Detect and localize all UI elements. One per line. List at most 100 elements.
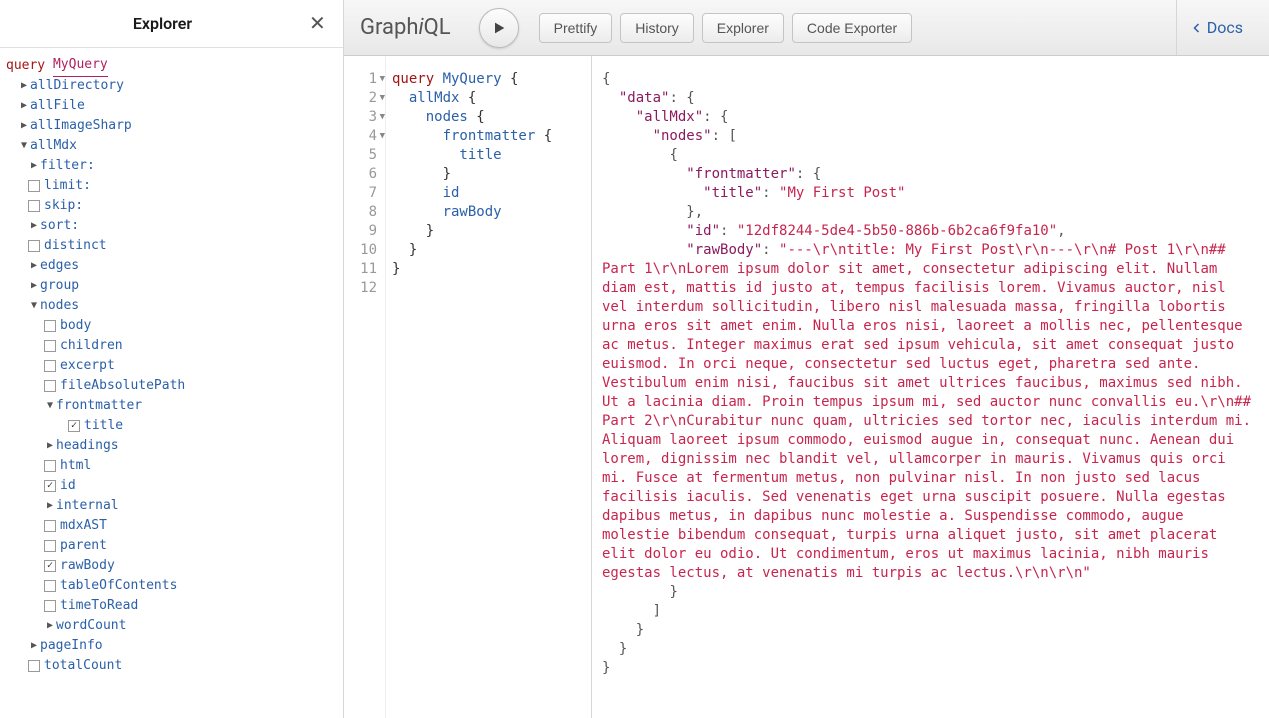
tree-item-tableOfContents[interactable]: tableOfContents <box>4 576 339 596</box>
tree-label[interactable]: filter: <box>40 156 95 176</box>
explorer-tree[interactable]: query MyQuery ▶ allDirectory▶ allFile▶ a… <box>0 48 343 718</box>
tree-label[interactable]: timeToRead <box>60 596 138 616</box>
field-checkbox[interactable] <box>44 340 56 352</box>
tree-item-allDirectory[interactable]: ▶ allDirectory <box>4 76 339 96</box>
field-checkbox[interactable] <box>44 480 56 492</box>
tree-label[interactable]: edges <box>40 256 79 276</box>
fold-icon[interactable]: ▼ <box>380 89 385 108</box>
field-checkbox[interactable] <box>28 660 40 672</box>
expand-icon[interactable]: ▶ <box>28 216 40 236</box>
field-checkbox[interactable] <box>28 180 40 192</box>
fold-icon[interactable]: ▼ <box>380 127 385 146</box>
tree-item-excerpt[interactable]: excerpt <box>4 356 339 376</box>
code-line[interactable] <box>392 279 585 298</box>
tree-item-totalCount[interactable]: totalCount <box>4 656 339 676</box>
explorer-button[interactable]: Explorer <box>702 13 784 43</box>
code-line[interactable]: allMdx { <box>392 89 585 108</box>
tree-label[interactable]: body <box>60 316 91 336</box>
tree-label[interactable]: frontmatter <box>56 396 142 416</box>
tree-label[interactable]: tableOfContents <box>60 576 177 596</box>
tree-label[interactable]: pageInfo <box>40 636 103 656</box>
expand-icon[interactable]: ▼ <box>44 396 56 416</box>
code-line[interactable]: rawBody <box>392 203 585 222</box>
field-checkbox[interactable] <box>68 420 80 432</box>
tree-item-internal[interactable]: ▶ internal <box>4 496 339 516</box>
tree-item-body[interactable]: body <box>4 316 339 336</box>
field-checkbox[interactable] <box>44 580 56 592</box>
tree-label[interactable]: allImageSharp <box>30 116 132 136</box>
tree-item-edges[interactable]: ▶ edges <box>4 256 339 276</box>
code-line[interactable]: } <box>392 222 585 241</box>
field-checkbox[interactable] <box>44 360 56 372</box>
tree-item-sort[interactable]: ▶ sort: <box>4 216 339 236</box>
tree-item-rawBody[interactable]: rawBody <box>4 556 339 576</box>
tree-item-wordCount[interactable]: ▶ wordCount <box>4 616 339 636</box>
tree-label[interactable]: id <box>60 476 76 496</box>
tree-item-allMdx[interactable]: ▼ allMdx <box>4 136 339 156</box>
tree-item-title[interactable]: title <box>4 416 339 436</box>
expand-icon[interactable]: ▶ <box>28 276 40 296</box>
expand-icon[interactable]: ▼ <box>18 136 30 156</box>
tree-item-nodes[interactable]: ▼ nodes <box>4 296 339 316</box>
code-area[interactable]: query MyQuery { allMdx { nodes { frontma… <box>386 56 591 718</box>
tree-label[interactable]: totalCount <box>44 656 122 676</box>
code-line[interactable]: } <box>392 241 585 260</box>
tree-label[interactable]: group <box>40 276 79 296</box>
prettify-button[interactable]: Prettify <box>539 13 613 43</box>
tree-item-html[interactable]: html <box>4 456 339 476</box>
tree-item-allImageSharp[interactable]: ▶ allImageSharp <box>4 116 339 136</box>
expand-icon[interactable]: ▶ <box>44 616 56 636</box>
tree-item-limit[interactable]: limit: <box>4 176 339 196</box>
expand-icon[interactable]: ▶ <box>28 256 40 276</box>
tree-label[interactable]: excerpt <box>60 356 115 376</box>
field-checkbox[interactable] <box>44 380 56 392</box>
field-checkbox[interactable] <box>44 540 56 552</box>
code-exporter-button[interactable]: Code Exporter <box>792 13 912 43</box>
query-editor[interactable]: 1▼2▼3▼4▼56789101112 query MyQuery { allM… <box>344 56 592 718</box>
field-checkbox[interactable] <box>44 520 56 532</box>
code-line[interactable]: id <box>392 184 585 203</box>
tree-item-fileAbsolutePath[interactable]: fileAbsolutePath <box>4 376 339 396</box>
tree-item-filter[interactable]: ▶ filter: <box>4 156 339 176</box>
expand-icon[interactable]: ▶ <box>18 96 30 116</box>
tree-label[interactable]: distinct <box>44 236 107 256</box>
tree-item-skip[interactable]: skip: <box>4 196 339 216</box>
expand-icon[interactable]: ▶ <box>18 116 30 136</box>
tree-label[interactable]: rawBody <box>60 556 115 576</box>
tree-label[interactable]: html <box>60 456 91 476</box>
tree-label[interactable]: headings <box>56 436 119 456</box>
tree-label[interactable]: parent <box>60 536 107 556</box>
query-definition[interactable]: query MyQuery <box>4 56 339 76</box>
field-checkbox[interactable] <box>28 240 40 252</box>
field-checkbox[interactable] <box>44 320 56 332</box>
code-line[interactable]: query MyQuery { <box>392 70 585 89</box>
fold-icon[interactable]: ▼ <box>380 70 385 89</box>
fold-icon[interactable]: ▼ <box>380 108 385 127</box>
tree-label[interactable]: title <box>84 416 123 436</box>
result-viewer[interactable]: { "data": { "allMdx": { "nodes": [ { "fr… <box>592 56 1269 718</box>
tree-label[interactable]: internal <box>56 496 119 516</box>
expand-icon[interactable]: ▼ <box>28 296 40 316</box>
tree-label[interactable]: mdxAST <box>60 516 107 536</box>
tree-item-parent[interactable]: parent <box>4 536 339 556</box>
tree-item-distinct[interactable]: distinct <box>4 236 339 256</box>
tree-label[interactable]: allMdx <box>30 136 77 156</box>
execute-button[interactable] <box>479 8 519 48</box>
expand-icon[interactable]: ▶ <box>44 496 56 516</box>
tree-label[interactable]: skip: <box>44 196 83 216</box>
expand-icon[interactable]: ▶ <box>44 436 56 456</box>
expand-icon[interactable]: ▶ <box>28 636 40 656</box>
code-line[interactable]: nodes { <box>392 108 585 127</box>
tree-label[interactable]: allFile <box>30 96 85 116</box>
code-line[interactable]: } <box>392 165 585 184</box>
code-line[interactable]: } <box>392 260 585 279</box>
expand-icon[interactable]: ▶ <box>18 76 30 96</box>
tree-label[interactable]: wordCount <box>56 616 126 636</box>
expand-icon[interactable]: ▶ <box>28 156 40 176</box>
docs-button[interactable]: Docs <box>1176 0 1257 55</box>
tree-label[interactable]: nodes <box>40 296 79 316</box>
tree-item-timeToRead[interactable]: timeToRead <box>4 596 339 616</box>
tree-item-frontmatter[interactable]: ▼ frontmatter <box>4 396 339 416</box>
field-checkbox[interactable] <box>44 460 56 472</box>
close-icon[interactable]: ✕ <box>309 15 327 33</box>
